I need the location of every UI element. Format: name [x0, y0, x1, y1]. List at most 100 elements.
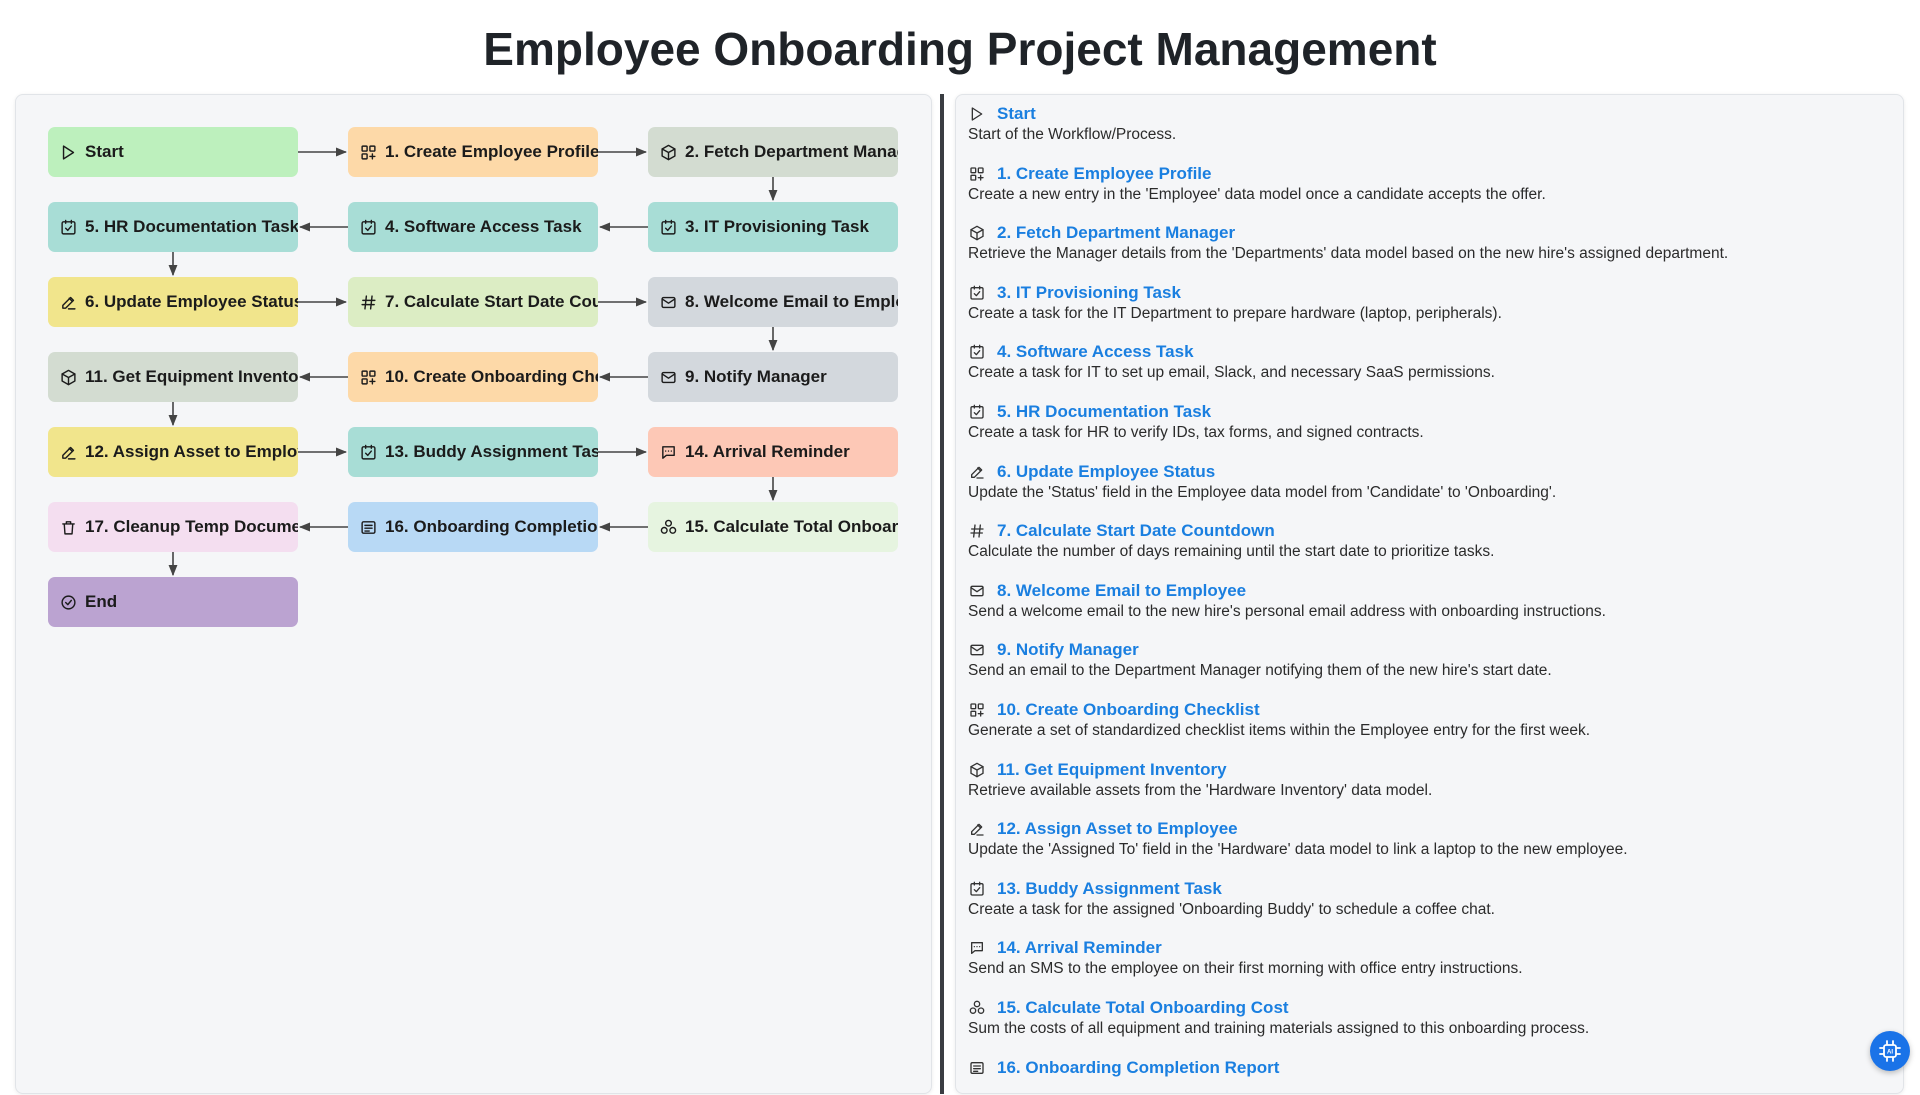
flow-node-label: End	[85, 592, 118, 611]
flow-node-end[interactable]: End	[48, 577, 298, 627]
step-detail-title[interactable]: 8. Welcome Email to Employee	[997, 581, 1246, 601]
step-detail-title[interactable]: 6. Update Employee Status	[997, 462, 1215, 482]
checkbox-icon	[661, 219, 676, 235]
cube-icon	[968, 761, 985, 778]
step-detail-title[interactable]: 12. Assign Asset to Employee	[997, 819, 1238, 839]
step-detail-title[interactable]: 1. Create Employee Profile	[997, 164, 1211, 184]
flow-node-n12[interactable]: 12. Assign Asset to Employee	[48, 427, 298, 477]
step-detail-title[interactable]: 14. Arrival Reminder	[997, 938, 1162, 958]
grid-plus-icon	[361, 144, 376, 160]
step-detail-header: 6. Update Employee Status	[968, 461, 1888, 483]
edit-icon	[968, 821, 985, 838]
grid-plus-icon	[361, 369, 376, 385]
step-detail-title[interactable]: 10. Create Onboarding Checklist	[997, 700, 1260, 720]
checkbox-icon	[360, 219, 377, 236]
step-detail-item: 11. Get Equipment Inventory Retrieve avai…	[968, 759, 1888, 800]
flow-node-n13[interactable]: 13. Buddy Assignment Task	[348, 427, 598, 477]
step-detail-item: 1. Create Employee Profile Create a new e…	[968, 163, 1888, 204]
mail-icon	[660, 294, 677, 311]
step-detail-item: 4. Software Access Task Create a task for…	[968, 341, 1888, 382]
flow-node-n7[interactable]: 7. Calculate Start Date Countdown	[348, 277, 598, 327]
cube-icon	[60, 369, 77, 386]
step-detail-description: Update the 'Assigned To' field in the 'H…	[968, 841, 1628, 859]
mail-icon	[660, 369, 677, 386]
flow-node-n10[interactable]: 10. Create Onboarding Checklist	[348, 352, 598, 402]
flow-node-n4[interactable]: 4. Software Access Task	[348, 202, 598, 252]
step-detail-description: Retrieve the Manager details from the 'D…	[968, 245, 1729, 263]
flow-node-n11[interactable]: 11. Get Equipment Inventory	[48, 352, 298, 402]
panel-divider[interactable]	[940, 94, 944, 1094]
step-detail-title[interactable]: 13. Buddy Assignment Task	[997, 879, 1222, 899]
step-detail-header: 14. Arrival Reminder	[968, 937, 1888, 959]
flow-node-n15[interactable]: 15. Calculate Total Onboarding Cost	[648, 502, 898, 552]
flow-node-n16[interactable]: 16. Onboarding Completion Report	[348, 502, 598, 552]
play-icon	[971, 107, 982, 121]
step-detail-item: 12. Assign Asset to Employee Update the '…	[968, 818, 1888, 859]
grid-plus-icon	[968, 165, 985, 182]
svg-text:AI: AI	[1887, 1050, 1893, 1056]
mail-icon	[969, 585, 984, 597]
step-detail-item: 16. Onboarding Completion Report	[968, 1057, 1888, 1079]
step-detail-header: 5. HR Documentation Task	[968, 401, 1888, 423]
step-detail-title[interactable]: 4. Software Access Task	[997, 342, 1194, 362]
flow-node-n5[interactable]: 5. HR Documentation Task	[48, 202, 298, 252]
step-detail-title[interactable]: 15. Calculate Total Onboarding Cost	[997, 998, 1289, 1018]
flow-node-label: 12. Assign Asset to Employee	[85, 442, 298, 461]
page-title: Employee Onboarding Project Management	[483, 23, 1437, 75]
flow-node-label: 9. Notify Manager	[685, 367, 827, 386]
flow-node-n9[interactable]: 9. Notify Manager	[648, 352, 898, 402]
step-detail-description: Send an email to the Department Manager …	[968, 662, 1552, 680]
step-detail-title[interactable]: 11. Get Equipment Inventory	[997, 760, 1227, 780]
flow-node-start[interactable]: Start	[48, 127, 298, 177]
step-detail-item: 7. Calculate Start Date Countdown Calcula…	[968, 520, 1888, 561]
flow-node-label: 6. Update Employee Status	[85, 292, 298, 311]
flow-node-n17[interactable]: 17. Cleanup Temp Documents	[48, 502, 298, 552]
edit-icon	[60, 294, 77, 311]
edit-icon	[60, 444, 77, 461]
report-icon	[969, 1061, 984, 1074]
grid-plus-icon	[969, 166, 984, 181]
edit-icon	[62, 296, 76, 310]
step-detail-title[interactable]: 16. Onboarding Completion Report	[997, 1058, 1279, 1078]
step-detail-item: 10. Create Onboarding Checklist Generate …	[968, 699, 1888, 740]
ai-assistant-button[interactable]: AI	[1870, 1031, 1910, 1071]
flow-node-label: 11. Get Equipment Inventory	[85, 367, 298, 386]
flow-node-n6[interactable]: 6. Update Employee Status	[48, 277, 298, 327]
check-circle-icon	[61, 594, 76, 610]
step-detail-description: Sum the costs of all equipment and train…	[968, 1020, 1590, 1037]
play-icon	[62, 144, 75, 160]
checkbox-icon	[61, 219, 76, 235]
flow-node-n1[interactable]: 1. Create Employee Profile	[348, 127, 598, 177]
flow-node-n14[interactable]: 14. Arrival Reminder	[648, 427, 898, 477]
workflow-canvas[interactable]: Start 1. Create Employee Profile 2. Fetch …	[15, 94, 932, 1094]
step-detail-description: Update the 'Status' field in the Employe…	[968, 483, 1557, 501]
flow-node-label: 15. Calculate Total Onboarding Cost	[685, 517, 898, 536]
play-icon	[968, 106, 985, 123]
checkbox-icon	[969, 285, 984, 300]
step-detail-title[interactable]: 7. Calculate Start Date Countdown	[997, 521, 1275, 541]
step-detail-description: Calculate the number of days remaining u…	[968, 543, 1495, 561]
flow-node-label: 4. Software Access Task	[385, 217, 582, 236]
cube-icon	[61, 369, 76, 385]
step-detail-header: 16. Onboarding Completion Report	[968, 1057, 1888, 1079]
cube-icon	[661, 144, 676, 160]
mail-icon	[969, 645, 984, 656]
step-detail-item: Start Start of the Workflow/Process.	[968, 103, 1888, 144]
mail-icon	[968, 582, 985, 599]
step-detail-title[interactable]: 9. Notify Manager	[997, 640, 1139, 660]
step-detail-title[interactable]: Start	[997, 104, 1036, 124]
step-detail-title[interactable]: 2. Fetch Department Manager	[997, 223, 1235, 243]
flow-node-n2[interactable]: 2. Fetch Department Manager	[648, 127, 898, 177]
cube-icon	[660, 144, 677, 161]
step-detail-title[interactable]: 5. HR Documentation Task	[997, 402, 1211, 422]
hash-icon	[969, 524, 984, 538]
message-icon	[660, 444, 677, 461]
step-detail-header: 2. Fetch Department Manager	[968, 222, 1888, 244]
step-detail-title[interactable]: 3. IT Provisioning Task	[997, 283, 1181, 303]
message-icon	[970, 942, 983, 955]
flow-node-n8[interactable]: 8. Welcome Email to Employee	[648, 277, 898, 327]
hash-icon	[968, 523, 985, 540]
message-icon	[968, 940, 985, 957]
trash-icon	[62, 520, 75, 535]
flow-node-n3[interactable]: 3. IT Provisioning Task	[648, 202, 898, 252]
